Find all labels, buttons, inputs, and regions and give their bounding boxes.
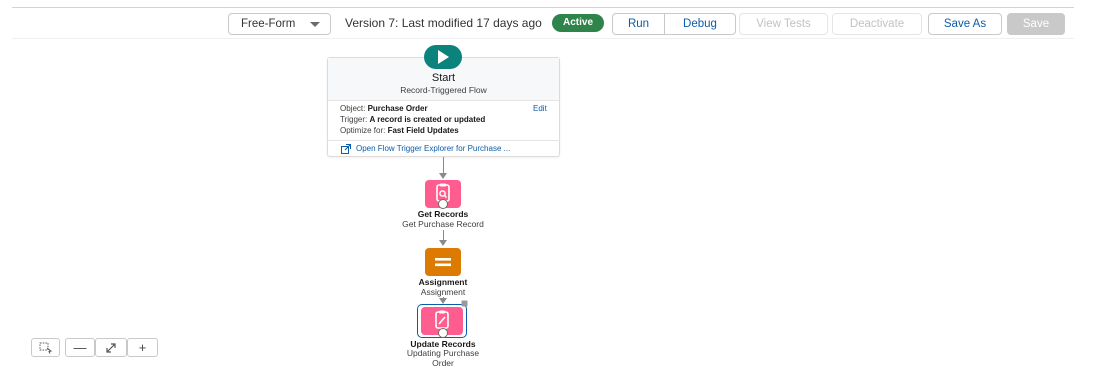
status-badge: Active xyxy=(552,14,604,32)
start-trigger-row: Trigger: A record is created or updated xyxy=(340,115,486,124)
run-button[interactable]: Run xyxy=(612,13,665,35)
chevron-down-icon xyxy=(310,22,320,27)
start-node[interactable] xyxy=(424,45,462,69)
top-border xyxy=(12,7,1074,8)
node-menu-icon[interactable] xyxy=(461,300,468,307)
start-edit-link[interactable]: Edit xyxy=(533,104,547,113)
get-records-subtitle: Get Purchase Record xyxy=(402,219,484,229)
flow-trigger-explorer-link[interactable]: Open Flow Trigger Explorer for Purchase … xyxy=(356,144,510,153)
assignment-icon xyxy=(435,258,451,267)
minus-icon: — xyxy=(73,340,87,355)
start-subtitle: Record-Triggered Flow xyxy=(400,85,487,95)
toolbar-divider xyxy=(12,38,1074,39)
start-trigger-value: A record is created or updated xyxy=(369,115,486,124)
start-footer-divider xyxy=(327,140,560,141)
expand-icon xyxy=(106,343,116,353)
start-optimize-row: Optimize for: Fast Field Updates xyxy=(340,126,459,135)
version-info: Version 7: Last modified 17 days ago xyxy=(345,16,542,30)
node-connector-circle[interactable] xyxy=(438,199,448,209)
zoom-out-button[interactable]: — xyxy=(65,338,95,357)
select-elements-button[interactable] xyxy=(31,338,60,357)
start-optimize-value: Fast Field Updates xyxy=(387,126,459,135)
deactivate-button[interactable]: Deactivate xyxy=(832,13,922,35)
assignment-subtitle: Assignment xyxy=(420,287,466,297)
fit-view-button[interactable] xyxy=(95,338,127,357)
node-connector-circle[interactable] xyxy=(438,328,448,338)
canvas-mode-select[interactable]: Free-Form xyxy=(228,13,331,35)
get-records-title: Get Records xyxy=(417,209,469,219)
start-object-value: Purchase Order xyxy=(367,104,428,113)
save-button[interactable]: Save xyxy=(1007,13,1065,35)
play-icon xyxy=(438,50,449,64)
start-object-row: Object: Purchase Order xyxy=(340,104,428,113)
canvas-mode-label: Free-Form xyxy=(241,18,296,30)
assignment-title: Assignment xyxy=(418,277,468,287)
select-elements-icon xyxy=(39,342,52,354)
assignment-node[interactable] xyxy=(425,248,461,276)
zoom-in-button[interactable]: + xyxy=(127,338,158,357)
start-title: Start xyxy=(431,72,456,84)
debug-button[interactable]: Debug xyxy=(664,13,736,35)
save-as-button[interactable]: Save As xyxy=(928,13,1002,35)
connector-arrow xyxy=(439,240,447,246)
update-records-subtitle: Updating Purchase Order xyxy=(406,348,480,368)
connector-arrow xyxy=(439,173,447,179)
plus-icon: + xyxy=(138,340,147,355)
external-link-icon xyxy=(341,144,351,154)
view-tests-button[interactable]: View Tests xyxy=(739,13,828,35)
